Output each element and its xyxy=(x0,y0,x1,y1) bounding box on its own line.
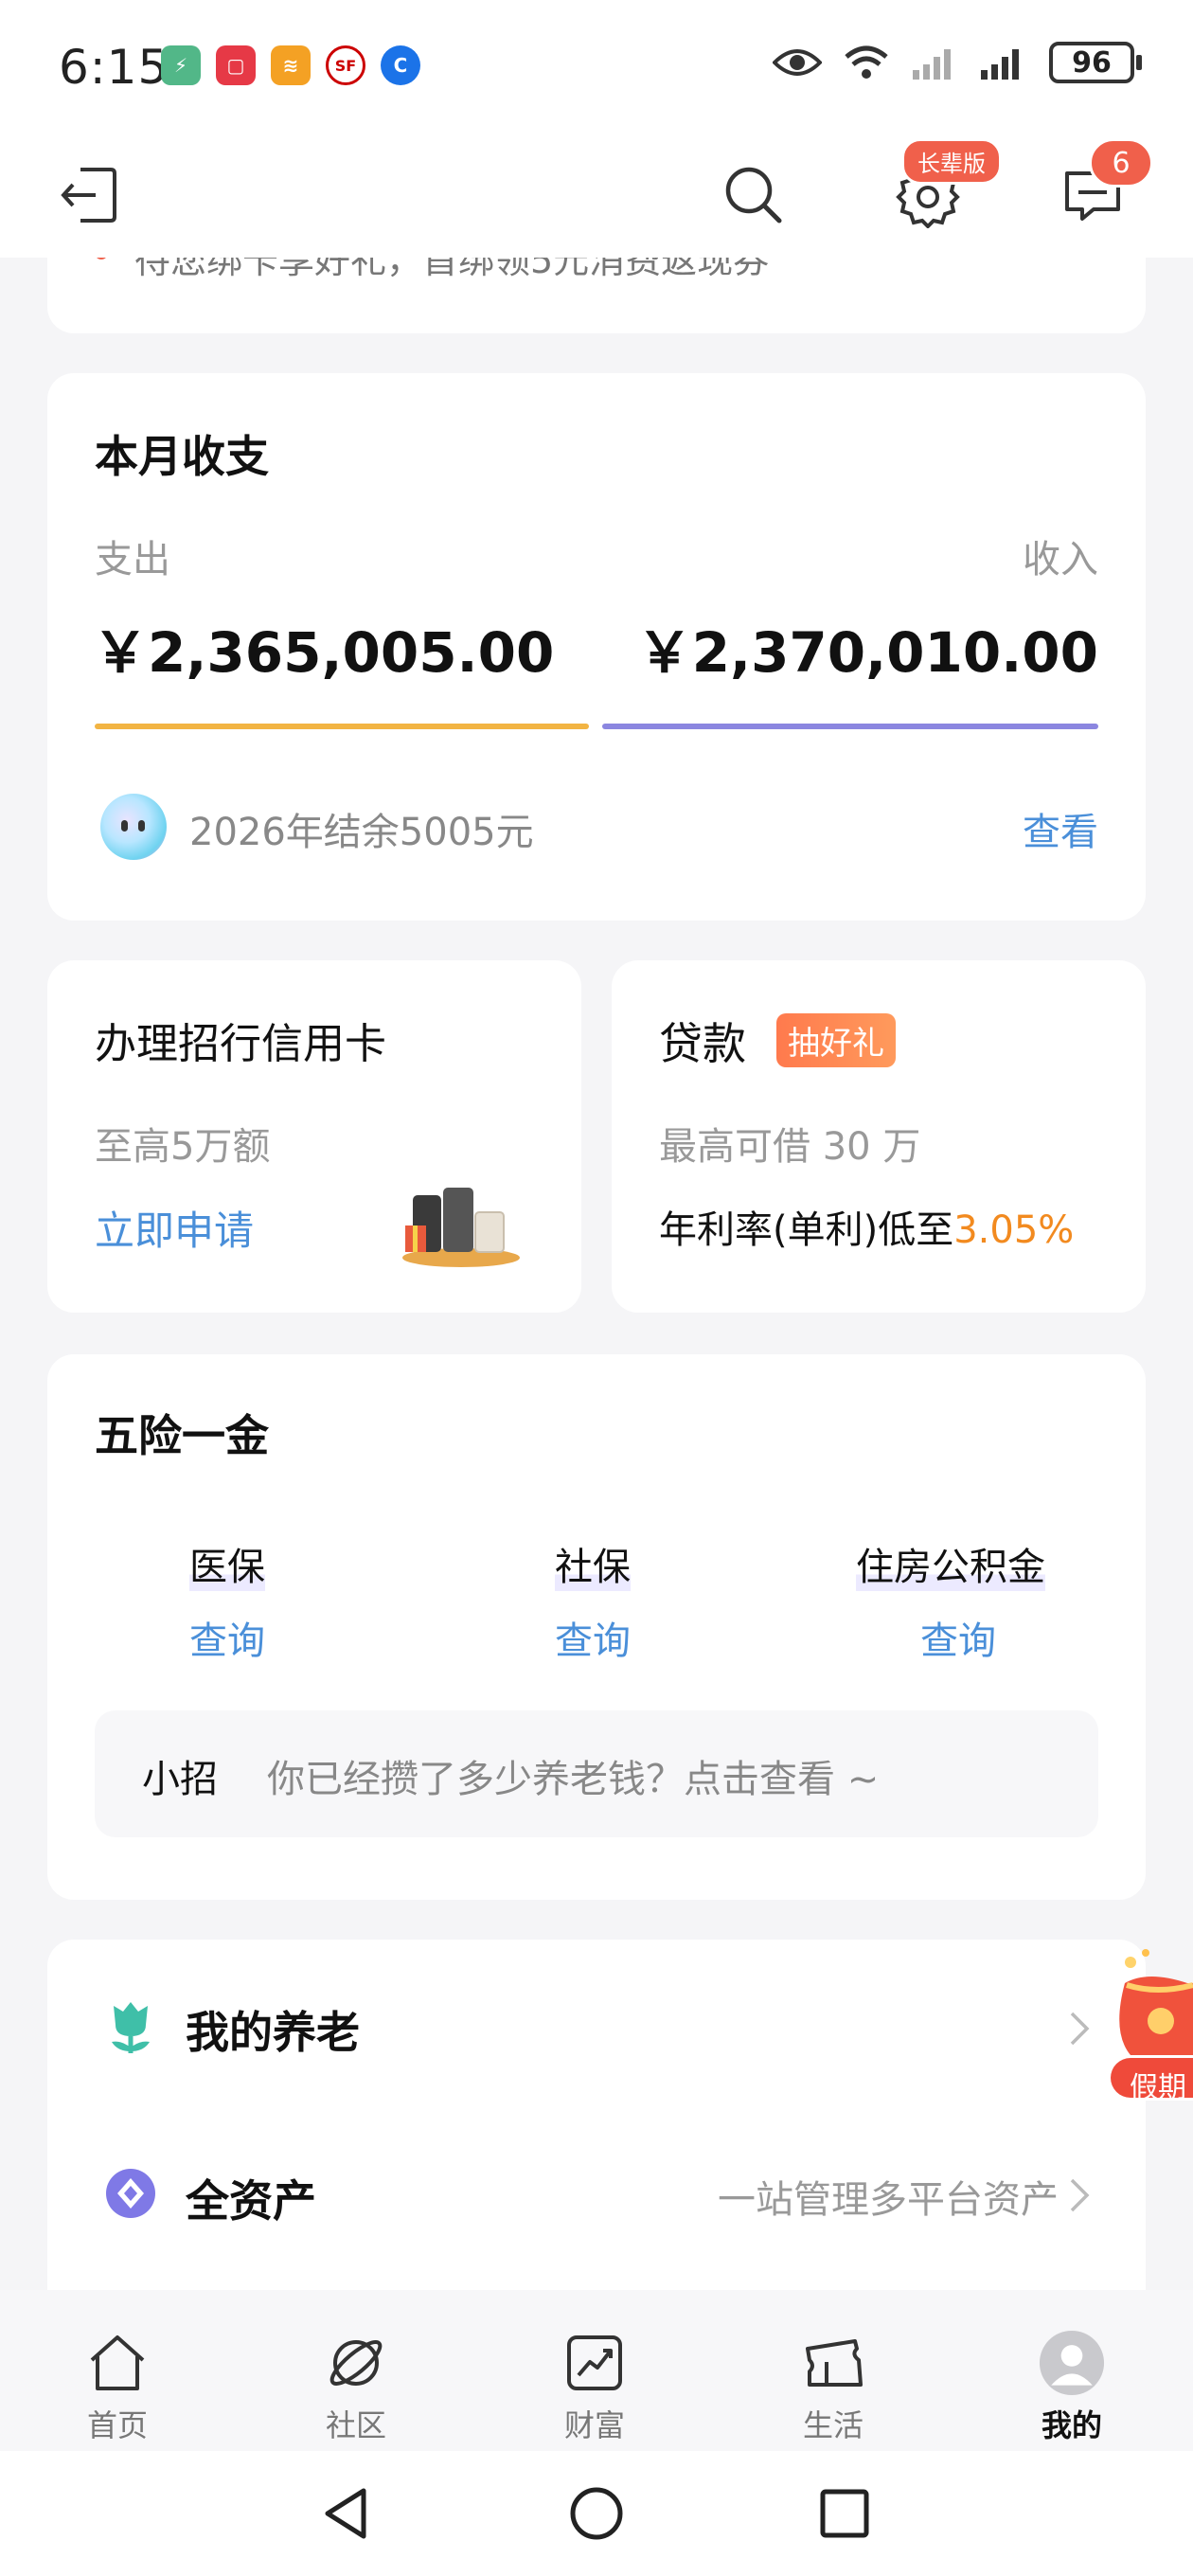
status-app-icons: ⚡ ▢ ≋ SF C xyxy=(161,45,420,85)
menu-list-card: 我的养老 全资产 一站管理多平台资产 xyxy=(47,1940,1146,2292)
luggage-gift-icon xyxy=(402,1188,520,1267)
social-insurance-query-link[interactable]: 查询 xyxy=(555,1610,631,1665)
elder-mode-badge[interactable]: 长辈版 xyxy=(901,138,1002,185)
bind-card-banner[interactable]: 待您绑卡享好礼，首绑领5元消费返现券 xyxy=(47,258,1146,333)
medical-insurance-query-link[interactable]: 查询 xyxy=(189,1610,265,1665)
tab-community-label: 社区 xyxy=(325,2407,386,2443)
notification-app-icon: ⚡ xyxy=(161,45,201,85)
housing-fund-label: 住房公积金 xyxy=(856,1536,1045,1591)
assistant-avatar-icon xyxy=(100,794,167,860)
logout-icon[interactable] xyxy=(53,159,125,231)
monthly-income-expense-card[interactable]: 本月收支 支出 收入 ￥2,365,005.00 ￥2,370,010.00 2… xyxy=(47,373,1146,921)
medical-insurance-label: 医保 xyxy=(189,1536,265,1591)
income-bar xyxy=(602,724,1098,729)
notification-app-icon: C xyxy=(381,45,420,85)
credit-card-subtitle: 至高5万额 xyxy=(95,1125,271,1169)
expense-amount: ￥2,365,005.00 xyxy=(93,620,555,685)
menu-assets-label: 全资产 xyxy=(186,2175,316,2227)
signal-icon xyxy=(981,49,1019,80)
message-count-badge: 6 xyxy=(1089,138,1153,188)
loan-title: 贷款 xyxy=(659,1018,746,1069)
tab-wealth-label: 财富 xyxy=(563,2407,625,2443)
tip-label: 小招 xyxy=(142,1758,218,1801)
loan-gift-tag: 抽好礼 xyxy=(776,1013,896,1067)
tab-life[interactable]: 生活 xyxy=(767,2330,899,2445)
loan-subtitle: 最高可借 30 万 xyxy=(659,1125,921,1169)
system-navigation-bar xyxy=(0,2451,1193,2576)
bullet-dot xyxy=(95,258,108,259)
home-icon xyxy=(84,2330,151,2396)
tab-home[interactable]: 首页 xyxy=(51,2330,184,2445)
status-bar: 6:15 ⚡ ▢ ≋ SF C 96 xyxy=(0,0,1193,133)
social-insurance-label: 社保 xyxy=(555,1536,631,1591)
planet-icon xyxy=(323,2330,389,2396)
tab-life-label: 生活 xyxy=(802,2407,864,2443)
home-circle-icon[interactable] xyxy=(568,2485,625,2542)
back-triangle-icon[interactable] xyxy=(320,2485,373,2542)
annual-balance-summary: 2026年结余5005元 xyxy=(189,811,534,854)
chart-icon xyxy=(561,2330,628,2396)
tab-mine[interactable]: 我的 xyxy=(1006,2330,1138,2445)
chevron-right-icon xyxy=(1070,2178,1090,2212)
tab-mine-label: 我的 xyxy=(1041,2407,1102,2443)
top-navigation: 长辈版 6 xyxy=(0,133,1193,258)
income-label: 收入 xyxy=(1023,538,1098,581)
banner-text: 待您绑卡享好礼，首绑领5元消费返现券 xyxy=(134,258,770,281)
insurance-title: 五险一金 xyxy=(95,1410,269,1461)
status-indicators: 96 xyxy=(773,42,1142,83)
signal-icon xyxy=(913,49,951,80)
wifi-icon xyxy=(845,45,888,79)
menu-item-all-assets[interactable]: 全资产 一站管理多平台资产 xyxy=(47,2116,1146,2292)
holiday-promo-label: 假期 xyxy=(1108,2055,1193,2101)
eye-icon xyxy=(773,49,822,76)
apply-now-link[interactable]: 立即申请 xyxy=(95,1199,254,1257)
chevron-right-icon xyxy=(1070,2012,1090,2046)
notification-app-icon: SF xyxy=(326,45,365,85)
avatar-icon xyxy=(1039,2330,1105,2396)
bottom-tab-bar: 首页 社区 财富 生活 我的 xyxy=(0,2290,1193,2451)
expense-bar xyxy=(95,724,589,729)
diamond-icon xyxy=(106,2169,155,2218)
menu-item-pension[interactable]: 我的养老 xyxy=(47,1940,1146,2116)
pension-tip-banner[interactable]: 小招 你已经攒了多少养老钱？点击查看 ~ xyxy=(95,1710,1098,1837)
income-amount: ￥2,370,010.00 xyxy=(636,620,1098,685)
holiday-floating-promo[interactable]: 假期 xyxy=(1102,1941,1193,2104)
tab-wealth[interactable]: 财富 xyxy=(528,2330,661,2445)
expense-label: 支出 xyxy=(95,538,170,581)
tab-community[interactable]: 社区 xyxy=(290,2330,422,2445)
tab-home-label: 首页 xyxy=(86,2407,148,2443)
battery-indicator: 96 xyxy=(1049,42,1142,83)
menu-pension-label: 我的养老 xyxy=(186,2007,360,2058)
loan-rate-value: 3.05% xyxy=(953,1208,1075,1252)
notification-app-icon: ▢ xyxy=(216,45,256,85)
five-insurance-card: 五险一金 医保 查询 社保 查询 住房公积金 查询 小招 你已经攒了多少养老钱？… xyxy=(47,1354,1146,1900)
recents-square-icon[interactable] xyxy=(818,2487,871,2540)
credit-card-apply-card[interactable]: 办理招行信用卡 至高5万额 立即申请 xyxy=(47,960,581,1313)
search-icon[interactable] xyxy=(718,159,790,231)
loan-card[interactable]: 贷款 抽好礼 最高可借 30 万 年利率(单利)低至3.05% xyxy=(612,960,1146,1313)
tulip-icon xyxy=(112,2002,150,2053)
loan-rate-prefix: 年利率(单利)低至 xyxy=(659,1208,954,1252)
lucky-bag-icon xyxy=(1119,1949,1193,2061)
view-link[interactable]: 查看 xyxy=(1023,801,1098,856)
ticket-icon xyxy=(800,2330,866,2396)
monthly-title: 本月收支 xyxy=(95,431,269,482)
housing-fund-query-link[interactable]: 查询 xyxy=(920,1610,996,1665)
tip-text: 你已经攒了多少养老钱？点击查看 ~ xyxy=(267,1758,880,1801)
status-time: 6:15 xyxy=(59,40,169,95)
notification-app-icon: ≋ xyxy=(271,45,311,85)
loan-rate-text: 年利率(单利)低至3.05% xyxy=(659,1199,1074,1254)
menu-assets-hint: 一站管理多平台资产 xyxy=(718,2178,1059,2222)
credit-card-title: 办理招行信用卡 xyxy=(95,1020,386,1068)
